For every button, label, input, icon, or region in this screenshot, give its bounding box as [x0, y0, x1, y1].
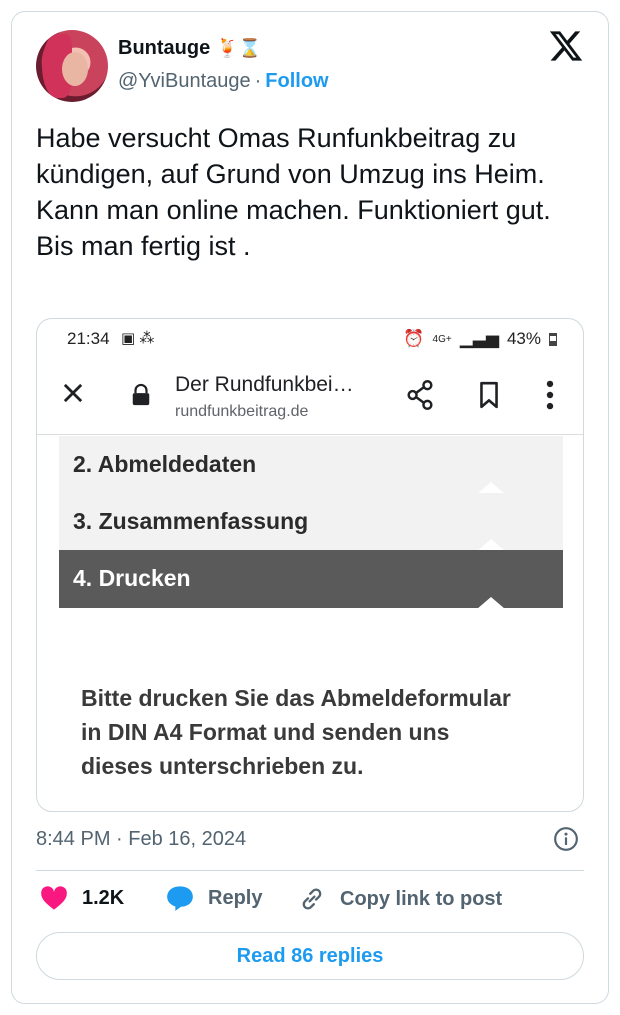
browser-page-title[interactable]: Der Rundfunkbei… [175, 373, 354, 397]
author-handle[interactable]: @YviBuntauge [118, 70, 251, 93]
more-menu-icon[interactable] [540, 379, 560, 411]
tweet-text: Habe versucht Omas Runfunkbeitrag zu kün… [36, 123, 551, 261]
attached-screenshot[interactable]: 21:34 ▣ ⁂ ⏰ 4G+ ▁▃▅ 43% Der Rundfunkbei…… [36, 318, 584, 812]
print-instructions: Bitte drucken Sie das Abmeldeformular in… [81, 685, 511, 779]
author-handle-row: @YviBuntauge · Follow [118, 70, 329, 93]
close-icon[interactable] [59, 379, 87, 407]
step-label: 3. Zusammenfassung [73, 508, 309, 534]
browser-url[interactable]: rundfunkbeitrag.de [175, 403, 308, 421]
copy-link-button[interactable]: Copy link to post [298, 885, 502, 913]
avatar-face [62, 52, 88, 86]
copy-link-label: Copy link to post [340, 887, 503, 910]
battery-label: 43% [506, 329, 541, 348]
separator-dot: · [254, 70, 262, 92]
reply-bubble-icon [167, 886, 193, 911]
network-label: 4G+ [432, 333, 452, 345]
step-abmeldedaten[interactable]: 2. Abmeldedaten [59, 436, 563, 494]
browser-toolbar: Der Rundfunkbei… rundfunkbeitrag.de [37, 359, 583, 435]
bookmark-icon[interactable] [477, 381, 501, 409]
battery-icon [549, 332, 557, 346]
step-label: 4. Drucken [73, 565, 191, 591]
share-icon[interactable] [405, 379, 435, 411]
status-time: 21:34 [67, 329, 110, 348]
lock-icon[interactable] [130, 383, 152, 407]
alarm-icon: ⏰ [403, 329, 425, 348]
info-icon[interactable] [553, 826, 579, 852]
step-drucken[interactable]: 4. Drucken [59, 550, 563, 609]
signal-icon: ▁▃▅ [459, 329, 499, 348]
status-right: ⏰ 4G+ ▁▃▅ 43% [403, 329, 557, 349]
follow-button[interactable]: Follow [265, 70, 328, 93]
tweet-timestamp[interactable]: 8:44 PM · Feb 16, 2024 [36, 828, 246, 851]
avatar[interactable] [36, 30, 108, 102]
read-replies-button[interactable]: Read 86 replies [36, 932, 584, 980]
notification-icons: ▣ ⁂ [121, 330, 155, 347]
x-logo-icon[interactable] [548, 28, 584, 64]
link-icon [302, 888, 322, 910]
author-name[interactable]: Buntauge [118, 37, 210, 60]
reply-label: Reply [208, 886, 263, 909]
heart-icon [41, 886, 67, 910]
divider [36, 870, 584, 871]
step-notch-icon [477, 597, 505, 609]
step-label: 2. Abmeldedaten [73, 451, 257, 477]
step-zusammenfassung[interactable]: 3. Zusammenfassung [59, 493, 563, 551]
reply-button[interactable]: Reply [166, 885, 262, 911]
phone-status-bar: 21:34 ▣ ⁂ ⏰ 4G+ ▁▃▅ 43% [37, 319, 583, 359]
author-emoji: 🍹⌛ [216, 38, 262, 59]
like-count: 1.2K [82, 886, 125, 909]
author-name-row: Buntauge 🍹⌛ [118, 37, 261, 60]
like-button[interactable]: 1.2K [40, 885, 124, 911]
